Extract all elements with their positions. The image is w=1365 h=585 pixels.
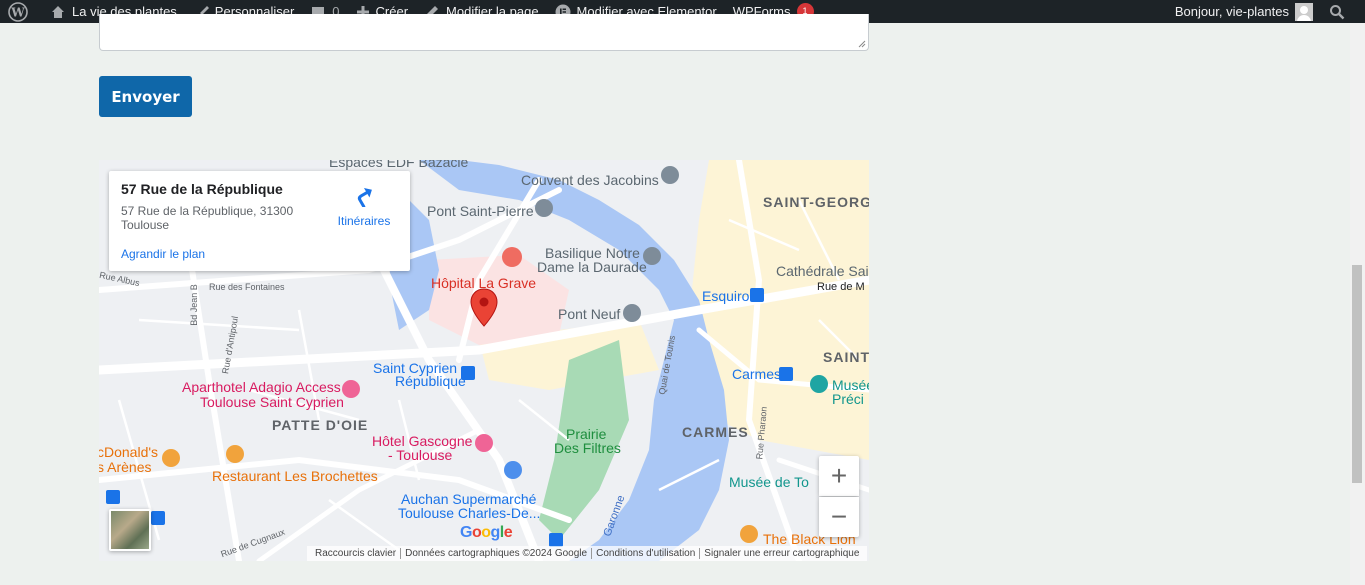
map-label: Aparthotel Adagio Access: [182, 379, 341, 395]
scrollbar-thumb[interactable]: [1352, 265, 1362, 483]
keyboard-shortcuts-link[interactable]: Raccourcis clavier: [311, 548, 400, 559]
satellite-layer-toggle[interactable]: [109, 509, 151, 551]
map-label: Préci: [832, 391, 864, 407]
map-attribution: Raccourcis clavier Données cartographiqu…: [307, 546, 868, 561]
map-label: Restaurant Les Brochettes: [212, 468, 378, 484]
home-icon: [52, 5, 64, 18]
google-logo: Google: [460, 524, 513, 541]
map-label: Rue des Fontaines: [209, 282, 285, 292]
map-label: Esquirol: [702, 288, 753, 304]
map-label: Dame la Daurade: [537, 259, 647, 275]
place-info-card: 57 Rue de la République 57 Rue de la Rép…: [109, 171, 410, 271]
avatar: [1295, 2, 1313, 21]
directions-button[interactable]: Itinéraires: [334, 185, 394, 228]
wordpress-icon: W: [8, 1, 28, 22]
map-label: SAINT: [823, 349, 869, 365]
map-data-text: Données cartographiques ©2024 Google: [400, 548, 591, 559]
map-label: République: [395, 373, 466, 389]
map-label: Hôpital La Grave: [431, 275, 537, 291]
map-label: s Arènes: [99, 459, 152, 475]
map-label: Rue de M: [817, 281, 865, 293]
submit-button[interactable]: Envoyer: [99, 76, 192, 117]
enlarge-map-link[interactable]: Agrandir le plan: [121, 247, 205, 261]
map-label: Toulouse Charles-De...: [398, 505, 541, 521]
zoom-out-button[interactable]: −: [819, 497, 859, 537]
page-scrollbar[interactable]: [1350, 23, 1365, 585]
svg-text:W: W: [10, 5, 25, 19]
map-label: Des Filtres: [554, 440, 621, 456]
map-label: Musée de To: [729, 474, 809, 490]
search-button[interactable]: [1321, 0, 1365, 23]
map-label: SAINT-GEORG: [763, 194, 869, 210]
search-icon: [1330, 4, 1345, 19]
directions-label: Itinéraires: [337, 214, 391, 228]
map-label: - Toulouse: [388, 447, 453, 463]
map-label: cDonald's: [99, 444, 159, 460]
zoom-in-button[interactable]: +: [819, 456, 859, 496]
map-label: Bd Jean B: [188, 284, 199, 326]
report-error-link[interactable]: Signaler une erreur cartographique: [699, 548, 863, 559]
map-label: PATTE D'OIE: [272, 417, 369, 433]
map-label: Cathédrale Sain: [776, 263, 869, 279]
terms-link[interactable]: Conditions d'utilisation: [591, 548, 699, 559]
greeting-label: Bonjour, vie-plantes: [1174, 4, 1289, 19]
map-label: Couvent des Jacobins: [521, 172, 659, 188]
message-textarea[interactable]: [99, 14, 869, 51]
wordpress-menu[interactable]: W: [0, 0, 42, 23]
resize-grip-icon[interactable]: [858, 40, 866, 48]
directions-icon: [357, 187, 372, 209]
google-map[interactable]: Espaces EDF Bazacle Couvent des Jacobins…: [99, 160, 869, 561]
place-title: 57 Rue de la République: [121, 181, 283, 197]
map-label: Pont Neuf: [558, 306, 621, 322]
map-label: Espaces EDF Bazacle: [329, 160, 469, 170]
map-label: Carmes: [732, 366, 782, 382]
map-label: Pont Saint-Pierre: [427, 203, 534, 219]
place-address: 57 Rue de la République, 31300 Toulouse: [121, 204, 294, 232]
my-account-link[interactable]: Bonjour, vie-plantes: [1167, 0, 1321, 23]
map-label: CARMES: [682, 424, 749, 440]
map-label: Toulouse Saint Cyprien: [200, 394, 344, 410]
